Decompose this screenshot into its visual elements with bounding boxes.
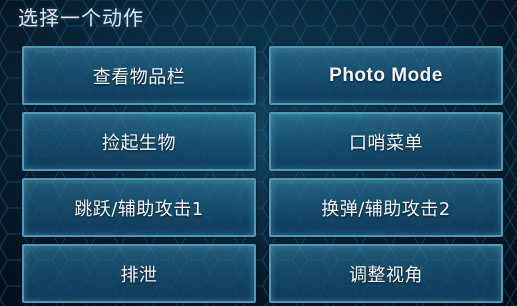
action-menu-screen: 选择一个动作 查看物品栏 Photo Mode 捡起生物 口哨菜单 跳跃/辅助攻… bbox=[0, 0, 517, 306]
defecate-button[interactable]: 排泄 bbox=[22, 244, 256, 303]
jump-alt-attack-1-label: 跳跃/辅助攻击1 bbox=[74, 198, 204, 220]
defecate-label: 排泄 bbox=[120, 264, 158, 286]
whistle-menu-button[interactable]: 口哨菜单 bbox=[269, 112, 503, 171]
whistle-menu-label: 口哨菜单 bbox=[349, 132, 423, 154]
view-inventory-button[interactable]: 查看物品栏 bbox=[22, 46, 256, 105]
menu-title: 选择一个动作 bbox=[18, 6, 144, 30]
photo-mode-button[interactable]: Photo Mode bbox=[269, 46, 503, 105]
reload-alt-attack-2-label: 换弹/辅助攻击2 bbox=[321, 198, 451, 220]
adjust-camera-label: 调整视角 bbox=[349, 264, 423, 286]
photo-mode-label: Photo Mode bbox=[329, 64, 443, 86]
jump-alt-attack-1-button[interactable]: 跳跃/辅助攻击1 bbox=[22, 178, 256, 237]
pick-up-creature-label: 捡起生物 bbox=[102, 132, 176, 154]
adjust-camera-button[interactable]: 调整视角 bbox=[269, 244, 503, 303]
reload-alt-attack-2-button[interactable]: 换弹/辅助攻击2 bbox=[269, 178, 503, 237]
view-inventory-label: 查看物品栏 bbox=[92, 66, 186, 88]
pick-up-creature-button[interactable]: 捡起生物 bbox=[22, 112, 256, 171]
action-button-grid: 查看物品栏 Photo Mode 捡起生物 口哨菜单 跳跃/辅助攻击1 换弹/辅… bbox=[22, 46, 503, 303]
